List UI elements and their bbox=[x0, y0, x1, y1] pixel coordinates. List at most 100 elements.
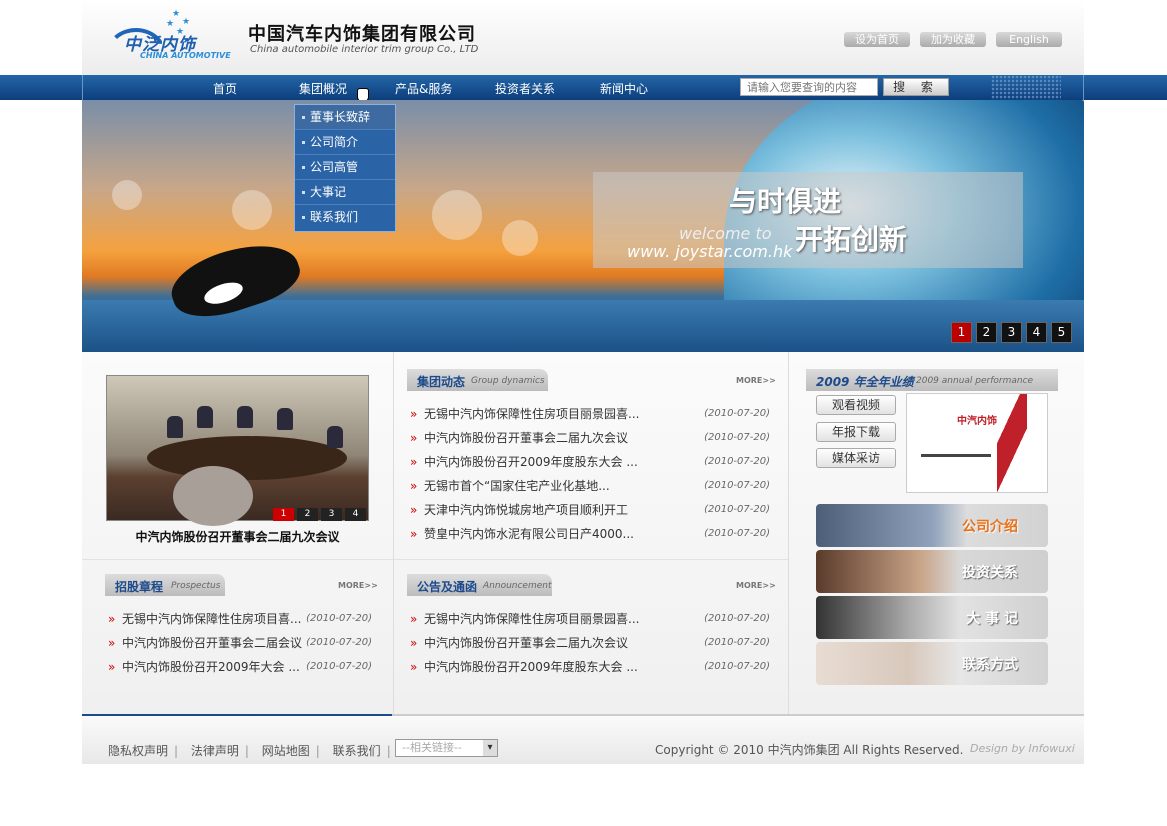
list-item-title[interactable]: 无锡中汽内饰保障性住房项目丽景园喜... bbox=[424, 402, 639, 426]
list-item-title[interactable]: 中汽内饰股份召开董事会二届九次会议 bbox=[424, 631, 628, 655]
set-homepage-button[interactable]: 设为首页 bbox=[844, 32, 910, 47]
list-item-title[interactable]: 中汽内饰股份召开2009年大会 ... bbox=[122, 655, 300, 679]
photo-caption[interactable]: 中汽内饰股份召开董事会二届九次会议 bbox=[106, 528, 369, 545]
prospectus-title: 招股章程 bbox=[115, 580, 164, 594]
investor-relations-tile[interactable]: 投资关系 bbox=[816, 550, 1048, 593]
annual-report-thumbnail[interactable]: 中汽内饰 bbox=[906, 393, 1048, 494]
contact-link[interactable]: 联系我们 bbox=[333, 744, 381, 758]
group-dynamics-subtitle: Group dynamics bbox=[471, 376, 545, 386]
banner-page-1[interactable]: 1 bbox=[951, 322, 972, 343]
dropdown-item-profile[interactable]: 公司简介 bbox=[295, 130, 395, 155]
list-item[interactable]: 赞皇中汽内饰水泥有限公司日产4000... (2010-07-20) bbox=[410, 522, 770, 546]
list-item[interactable]: 中汽内饰股份召开2009年度股东大会 ... (2010-07-20) bbox=[410, 655, 770, 679]
dropdown-item-chairman[interactable]: 董事长致辞 bbox=[295, 105, 395, 130]
divider bbox=[82, 559, 788, 560]
annual-report-download-button[interactable]: 年报下载 bbox=[816, 422, 896, 442]
privacy-link[interactable]: 隐私权声明 bbox=[108, 744, 168, 758]
search-button[interactable]: 搜 索 bbox=[883, 78, 949, 96]
news-photo[interactable]: 1 2 3 4 bbox=[106, 375, 369, 526]
list-item-title[interactable]: 赞皇中汽内饰水泥有限公司日产4000... bbox=[424, 522, 634, 546]
divider bbox=[788, 352, 789, 714]
list-item-title[interactable]: 无锡中汽内饰保障性住房项目喜... bbox=[122, 607, 301, 631]
design-credit[interactable]: Design by Infowuxi bbox=[970, 742, 1075, 755]
contact-label: 联系方式 bbox=[962, 657, 1018, 673]
announcement-title: 公告及通函 bbox=[417, 580, 478, 594]
nav-item-news[interactable]: 新闻中心 bbox=[600, 80, 648, 97]
legal-link[interactable]: 法律声明 bbox=[191, 744, 239, 758]
prospectus-more-link[interactable]: MORE>> bbox=[338, 581, 378, 590]
list-item-date: (2010-07-20) bbox=[704, 480, 770, 491]
group-dynamics-more-link[interactable]: MORE>> bbox=[736, 376, 776, 385]
dropdown-item-milestones[interactable]: 大事记 bbox=[295, 180, 395, 205]
bubble bbox=[112, 180, 142, 210]
list-item-date: (2010-07-20) bbox=[704, 661, 770, 672]
nav-inner: 首页 集团概况 产品&服务 投资者关系 新闻中心 搜 索 bbox=[82, 75, 1084, 102]
list-item[interactable]: 无锡中汽内饰保障性住房项目喜... (2010-07-20) bbox=[108, 607, 372, 631]
report-line bbox=[921, 454, 991, 457]
list-item-date: (2010-07-20) bbox=[704, 504, 770, 515]
nav-item-overview[interactable]: 集团概况 bbox=[299, 80, 347, 97]
separator: | bbox=[386, 744, 391, 758]
performance-subtitle: 2009 annual performance bbox=[916, 376, 1034, 386]
contact-tile[interactable]: 联系方式 bbox=[816, 642, 1048, 685]
logo[interactable]: ★ ★ ★ ★ 中泛内饰 CHINA AUTOMOTIVE bbox=[102, 8, 232, 64]
banner-page-4[interactable]: 4 bbox=[1026, 322, 1047, 343]
photo-page-3[interactable]: 3 bbox=[321, 508, 342, 521]
english-button[interactable]: English bbox=[996, 32, 1062, 47]
announcement-more-link[interactable]: MORE>> bbox=[736, 581, 776, 590]
list-item[interactable]: 中汽内饰股份召开2009年大会 ... (2010-07-20) bbox=[108, 655, 372, 679]
milestones-label: 大 事 记 bbox=[966, 611, 1018, 627]
company-intro-tile[interactable]: 公司介绍 bbox=[816, 504, 1048, 547]
header: ★ ★ ★ ★ 中泛内饰 CHINA AUTOMOTIVE 中国汽车内饰集团有限… bbox=[82, 0, 1084, 75]
list-item-title[interactable]: 中汽内饰股份召开2009年度股东大会 ... bbox=[424, 655, 638, 679]
company-intro-label: 公司介绍 bbox=[962, 519, 1018, 535]
photo-page-2[interactable]: 2 bbox=[297, 508, 318, 521]
milestones-tile[interactable]: 大 事 记 bbox=[816, 596, 1048, 639]
list-item[interactable]: 无锡中汽内饰保障性住房项目丽景园喜... (2010-07-20) bbox=[410, 607, 770, 631]
list-item-title[interactable]: 中汽内饰股份召开2009年度股东大会 ... bbox=[424, 450, 638, 474]
list-item[interactable]: 中汽内饰股份召开董事会二届会议 (2010-07-20) bbox=[108, 631, 372, 655]
search-input[interactable] bbox=[740, 78, 878, 96]
nav-item-products[interactable]: 产品&服务 bbox=[395, 80, 452, 97]
photo-page-4[interactable]: 4 bbox=[345, 508, 366, 521]
add-favorite-button[interactable]: 加为收藏 bbox=[920, 32, 986, 47]
list-item-date: (2010-07-20) bbox=[704, 432, 770, 443]
announcement-list: 无锡中汽内饰保障性住房项目丽景园喜... (2010-07-20) 中汽内饰股份召… bbox=[410, 607, 770, 679]
list-item-title[interactable]: 无锡市首个“国家住宅产业化基地... bbox=[424, 474, 610, 498]
banner-page-5[interactable]: 5 bbox=[1051, 322, 1072, 343]
list-item[interactable]: 中汽内饰股份召开董事会二届九次会议 (2010-07-20) bbox=[410, 631, 770, 655]
media-interview-button[interactable]: 媒体采访 bbox=[816, 448, 896, 468]
prospectus-subtitle: Prospectus bbox=[171, 581, 221, 591]
bubble bbox=[232, 190, 272, 230]
list-item[interactable]: 中汽内饰股份召开董事会二届九次会议 (2010-07-20) bbox=[410, 426, 770, 450]
list-item[interactable]: 天津中汽内饰悦城房地产项目顺利开工 (2010-07-20) bbox=[410, 498, 770, 522]
prospectus-header: 招股章程 Prospectus bbox=[105, 574, 225, 596]
company-name-en: China automobile interior trim group Co.… bbox=[250, 44, 479, 55]
banner-page-3[interactable]: 3 bbox=[1001, 322, 1022, 343]
list-item[interactable]: 中汽内饰股份召开2009年度股东大会 ... (2010-07-20) bbox=[410, 450, 770, 474]
bubble bbox=[502, 220, 538, 256]
group-dynamics-title: 集团动态 bbox=[417, 375, 466, 389]
overview-dropdown: 董事长致辞 公司简介 公司高管 大事记 联系我们 bbox=[294, 104, 396, 232]
photo-page-1[interactable]: 1 bbox=[273, 508, 294, 521]
banner-page-2[interactable]: 2 bbox=[976, 322, 997, 343]
list-item-title[interactable]: 天津中汽内饰悦城房地产项目顺利开工 bbox=[424, 498, 628, 522]
report-stripe bbox=[997, 394, 1027, 494]
report-logo: 中汽内饰 bbox=[957, 416, 997, 427]
sitemap-link[interactable]: 网站地图 bbox=[262, 744, 310, 758]
list-item-date: (2010-07-20) bbox=[306, 613, 372, 624]
watch-video-button[interactable]: 观看视频 bbox=[816, 395, 896, 415]
footer: 隐私权声明 | 法律声明 | 网站地图 | 联系我们 | --相关链接-- Copyri… bbox=[82, 714, 1084, 764]
related-links-select[interactable]: --相关链接-- bbox=[395, 739, 498, 757]
nav-item-home[interactable]: 首页 bbox=[213, 80, 237, 97]
list-item[interactable]: 无锡中汽内饰保障性住房项目丽景园喜... (2010-07-20) bbox=[410, 402, 770, 426]
dropdown-item-executives[interactable]: 公司高管 bbox=[295, 155, 395, 180]
list-item[interactable]: 无锡市首个“国家住宅产业化基地... (2010-07-20) bbox=[410, 474, 770, 498]
dropdown-item-contact[interactable]: 联系我们 bbox=[295, 205, 395, 230]
list-item-title[interactable]: 无锡中汽内饰保障性住房项目丽景园喜... bbox=[424, 607, 639, 631]
list-item-title[interactable]: 中汽内饰股份召开董事会二届会议 bbox=[122, 631, 302, 655]
list-item-title[interactable]: 中汽内饰股份召开董事会二届九次会议 bbox=[424, 426, 628, 450]
nav-item-investors[interactable]: 投资者关系 bbox=[495, 80, 555, 97]
logo-subtext: CHINA AUTOMOTIVE bbox=[140, 51, 231, 60]
list-item-date: (2010-07-20) bbox=[704, 408, 770, 419]
